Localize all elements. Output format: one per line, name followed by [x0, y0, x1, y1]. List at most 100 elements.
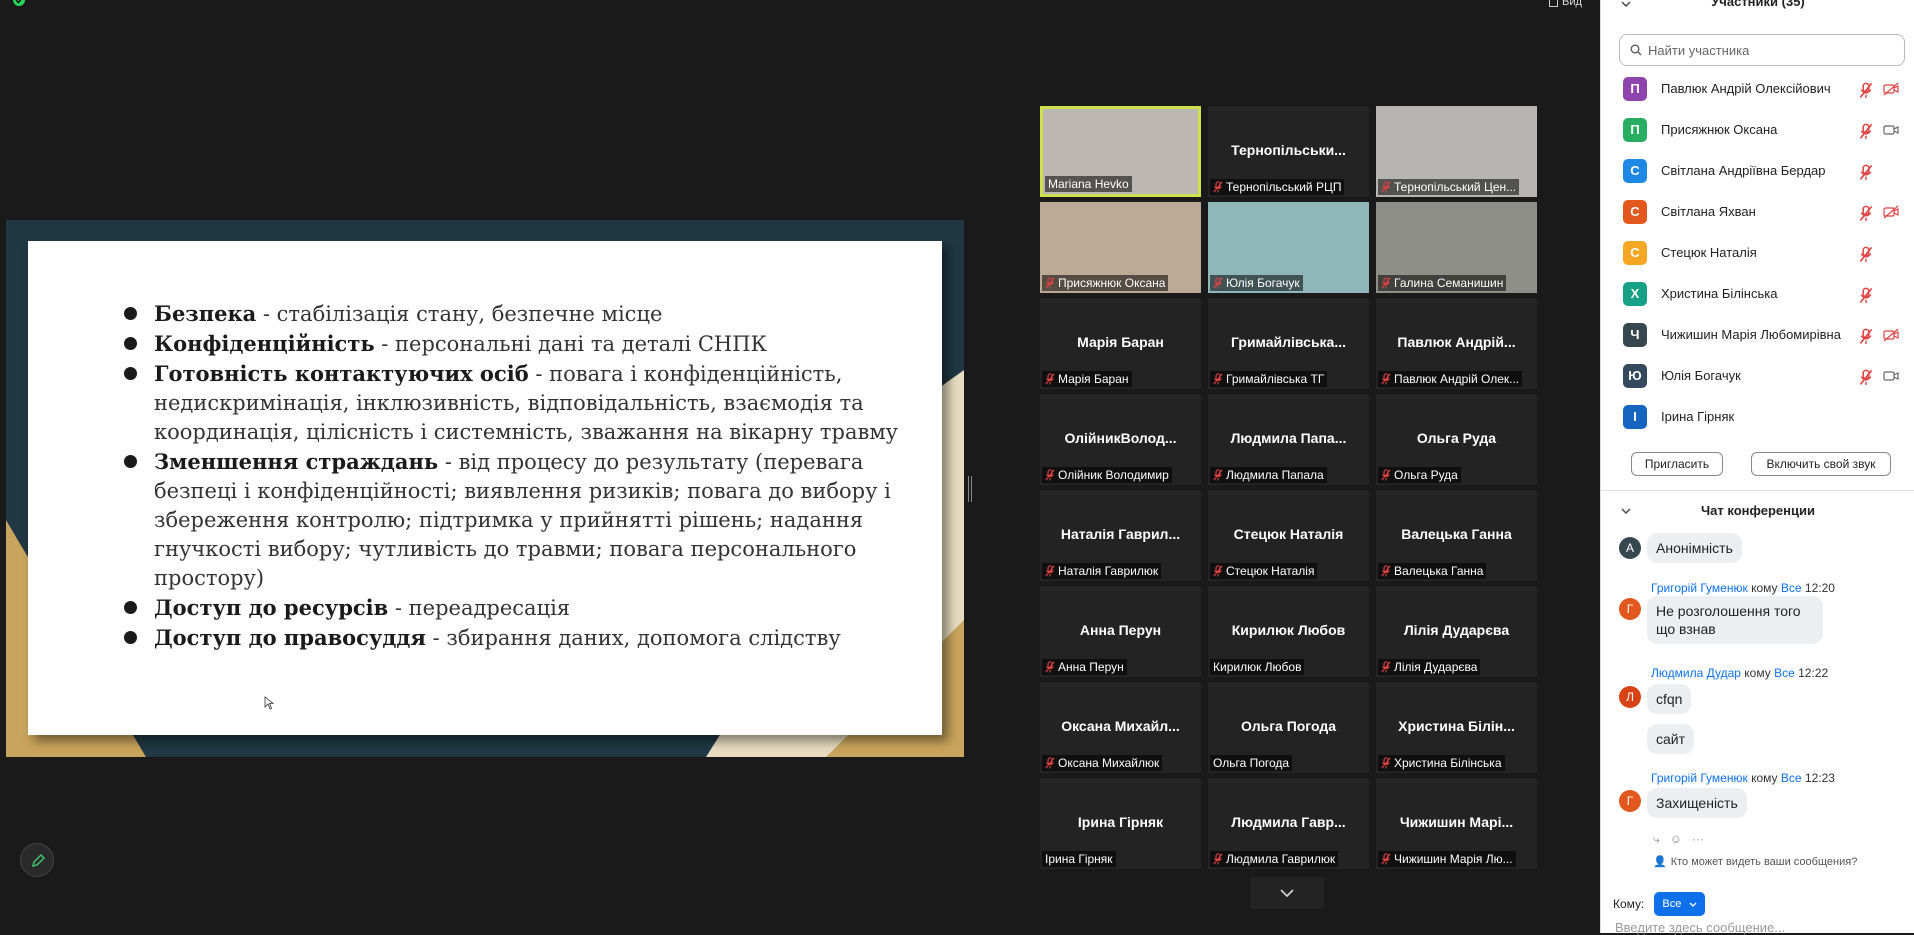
participant-video-tile[interactable]: Лілія Дударєва Лілія Дударєва	[1376, 586, 1537, 677]
participant-video-tile[interactable]: Стецюк Наталія Стецюк Наталія	[1208, 490, 1369, 581]
participant-video-tile[interactable]: Ірина Гірняк Ірина Гірняк	[1040, 778, 1201, 869]
unmute-self-button[interactable]: Включить свой звук	[1751, 452, 1891, 476]
participant-video-tile[interactable]: Тернопільськи... Тернопільський РЦП	[1208, 106, 1369, 197]
bullet-text: - стабілізація стану, безпечне місце	[256, 302, 663, 326]
emoji-icon[interactable]: ☺	[1670, 832, 1682, 847]
participant-video-tile[interactable]: Ольга Руда Ольга Руда	[1376, 394, 1537, 485]
participant-row[interactable]: С Світлана Яхван	[1601, 191, 1914, 232]
camera-icon[interactable]	[1883, 123, 1899, 137]
muted-mic-icon	[1213, 181, 1223, 193]
tile-label-text: Павлюк Андрій Олек...	[1394, 372, 1520, 386]
bullet-heading: Готовність контактуючих осіб	[154, 361, 529, 386]
tile-name-label: Людмила Гаврилюк	[1210, 851, 1339, 867]
who-can-see-text: Кто может видеть ваши сообщения?	[1670, 855, 1858, 868]
chat-recipient[interactable]: Все	[1781, 771, 1802, 785]
camera-icon[interactable]	[1883, 369, 1899, 383]
participant-video-tile[interactable]: Павлюк Андрій... Павлюк Андрій Олек...	[1376, 298, 1537, 389]
participant-video-tile[interactable]: Юлія Богачук	[1208, 202, 1369, 293]
chat-to-word: кому	[1744, 666, 1771, 680]
chat-sender-name[interactable]: Григорій Гуменюк	[1651, 771, 1748, 785]
participant-row[interactable]: Ю Юлія Богачук	[1601, 355, 1914, 396]
participant-row[interactable]: С Світлана Андріївна Бердар	[1601, 150, 1914, 191]
view-button[interactable]: Вид	[1549, 0, 1582, 8]
participant-video-tile[interactable]: Людмила Папа... Людмила Папала	[1208, 394, 1369, 485]
recipient-row: Кому: Все	[1613, 892, 1706, 916]
chat-avatar: Г	[1619, 790, 1641, 812]
chat-recipient[interactable]: Все	[1781, 581, 1802, 595]
muted-mic-icon[interactable]	[1859, 246, 1873, 262]
muted-mic-icon	[1045, 277, 1055, 289]
participant-video-tile[interactable]: Галина Семанишин	[1376, 202, 1537, 293]
tile-display-name: Стецюк Наталія	[1233, 526, 1344, 542]
participant-video-tile[interactable]: Марія Баран Марія Баран	[1040, 298, 1201, 389]
participant-video-tile[interactable]: Христина Білін... Христина Білінська	[1376, 682, 1537, 773]
muted-mic-icon[interactable]	[1859, 205, 1873, 221]
participant-row[interactable]: І Ірина Гірняк	[1601, 396, 1914, 437]
security-shield-icon[interactable]	[12, 0, 26, 8]
participant-video-tile[interactable]: Кирилюк Любов Кирилюк Любов	[1208, 586, 1369, 677]
participant-row[interactable]: П Павлюк Андрій Олексійович	[1601, 68, 1914, 109]
resize-handle[interactable]	[968, 476, 972, 502]
invite-button[interactable]: Пригласить	[1631, 452, 1723, 476]
view-label: Вид	[1562, 0, 1582, 8]
side-panel: Участники (35) Найти участника П Павлюк А…	[1600, 0, 1914, 935]
muted-mic-icon	[1381, 565, 1391, 577]
participant-video-tile[interactable]: Оксана Михайл... Оксана Михайлюк	[1040, 682, 1201, 773]
slide-bullet: Доступ до ресурсів - переадресація	[118, 593, 898, 623]
slide-bullet: Готовність контактуючих осіб - повага і …	[118, 359, 898, 447]
chat-time: 12:20	[1804, 581, 1835, 595]
tile-display-name: Лілія Дударєва	[1403, 622, 1510, 638]
tile-display-name: Христина Білін...	[1398, 718, 1515, 734]
tile-name-label: Галина Семанишин	[1378, 275, 1507, 291]
participant-video-tile[interactable]: Наталія Гаврил... Наталія Гаврилюк	[1040, 490, 1201, 581]
participant-video-tile[interactable]: Людмила Гавр... Людмила Гаврилюк	[1208, 778, 1369, 869]
tile-label-text: Марія Баран	[1058, 372, 1129, 386]
tile-name-label: Павлюк Андрій Олек...	[1378, 371, 1523, 387]
camera-off-icon[interactable]	[1883, 205, 1899, 219]
tile-name-label: Анна Перун	[1042, 659, 1127, 675]
avatar: І	[1623, 404, 1647, 429]
recipient-select[interactable]: Все	[1654, 892, 1706, 916]
camera-off-icon[interactable]	[1883, 328, 1899, 342]
bullet-heading: Безпека	[154, 301, 257, 326]
muted-mic-icon	[1213, 277, 1223, 289]
participant-video-tile[interactable]: Mariana Hevko	[1040, 106, 1201, 197]
bullet-text: - збирання даних, допомога слідству	[425, 626, 841, 650]
muted-mic-icon[interactable]	[1859, 328, 1873, 344]
chat-recipient[interactable]: Все	[1774, 666, 1795, 680]
participant-video-tile[interactable]: Анна Перун Анна Перун	[1040, 586, 1201, 677]
participant-name: Світлана Андріївна Бердар	[1661, 163, 1826, 178]
participant-row[interactable]: Х Христина Білінська	[1601, 273, 1914, 314]
reply-icon[interactable]: ⤷	[1653, 832, 1660, 847]
chat-message-meta: Григорій Гуменюк кому Все 12:23	[1651, 771, 1835, 785]
gallery-next-page-button[interactable]	[1250, 877, 1324, 909]
participant-row[interactable]: С Стецюк Наталія	[1601, 232, 1914, 273]
tile-label-text: Тернопільський Цен...	[1394, 180, 1517, 194]
camera-off-icon[interactable]	[1883, 82, 1899, 96]
participant-search-input[interactable]: Найти участника	[1619, 34, 1905, 66]
chevron-down-icon	[1689, 902, 1697, 907]
participant-video-tile[interactable]: ОлійникВолод... Олійник Володимир	[1040, 394, 1201, 485]
chat-sender-name[interactable]: Людмила Дудар	[1651, 666, 1741, 680]
chat-message-bubble: Анонімність	[1647, 533, 1742, 563]
who-can-see-link[interactable]: 👤 Кто может видеть ваши сообщения?	[1653, 855, 1858, 869]
muted-mic-icon[interactable]	[1859, 369, 1873, 385]
participant-video-tile[interactable]: Чижишин Марі... Чижишин Марія Лю...	[1376, 778, 1537, 869]
participant-video-tile[interactable]: Тернопільський Цен...	[1376, 106, 1537, 197]
more-icon[interactable]: ···	[1692, 832, 1704, 847]
participant-video-tile[interactable]: Валецька Ганна Валецька Ганна	[1376, 490, 1537, 581]
chat-sender-name[interactable]: Григорій Гуменюк	[1651, 581, 1748, 595]
participant-video-tile[interactable]: Присяжнюк Оксана	[1040, 202, 1201, 293]
participant-video-tile[interactable]: Гримайлівська... Гримайлівська ТГ	[1208, 298, 1369, 389]
muted-mic-icon[interactable]	[1859, 164, 1873, 180]
muted-mic-icon[interactable]	[1859, 123, 1873, 139]
participant-video-tile[interactable]: Ольга Погода Ольга Погода	[1208, 682, 1369, 773]
muted-mic-icon[interactable]	[1859, 82, 1873, 98]
annotate-button[interactable]	[20, 843, 54, 877]
participant-row[interactable]: Ч Чижишин Марія Любомирівна	[1601, 314, 1914, 355]
participant-row[interactable]: П Присяжнюк Оксана	[1601, 109, 1914, 150]
tile-label-text: Тернопільський РЦП	[1226, 180, 1342, 194]
avatar: С	[1623, 199, 1647, 224]
muted-mic-icon[interactable]	[1859, 287, 1873, 303]
tile-label-text: Юлія Богачук	[1226, 276, 1300, 290]
